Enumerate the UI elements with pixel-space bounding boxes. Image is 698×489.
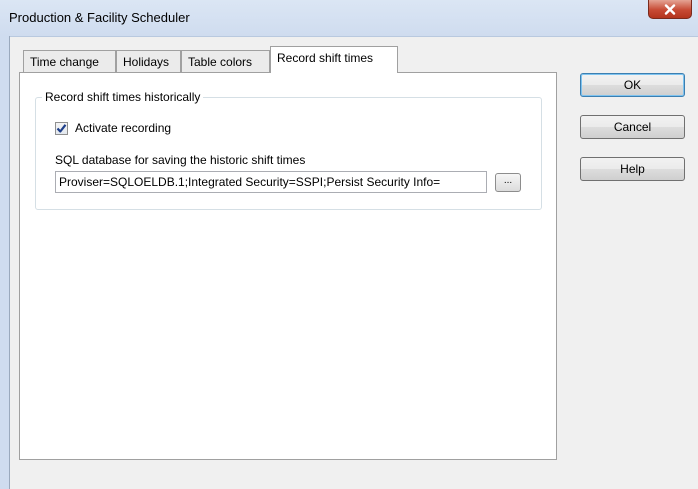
close-button[interactable]	[648, 0, 692, 19]
dialog-window: Production & Facility Scheduler Time cha…	[0, 0, 698, 489]
checkmark-icon	[56, 124, 67, 133]
tab-record-shift-times[interactable]: Record shift times	[270, 46, 398, 73]
close-icon	[664, 3, 676, 15]
ok-button[interactable]: OK	[580, 73, 685, 97]
tab-holidays[interactable]: Holidays	[116, 50, 181, 72]
activate-recording-checkbox[interactable]	[55, 122, 68, 135]
activate-recording-label[interactable]: Activate recording	[75, 121, 171, 135]
tab-table-colors[interactable]: Table colors	[181, 50, 270, 72]
sql-connection-string-field[interactable]: Proviser=SQLOELDB.1;Integrated Security=…	[55, 171, 487, 193]
tab-time-change[interactable]: Time change	[23, 50, 116, 72]
browse-button[interactable]: ...	[495, 173, 521, 192]
help-button[interactable]: Help	[580, 157, 685, 181]
tab-label: Table colors	[188, 55, 253, 69]
tab-panel-record-shift-times: Record shift times historically Activate…	[19, 72, 557, 460]
tab-label: Time change	[30, 55, 99, 69]
window-title: Production & Facility Scheduler	[9, 10, 190, 25]
window-left-frame	[0, 36, 10, 489]
sql-database-label: SQL database for saving the historic shi…	[55, 153, 306, 167]
tab-label: Record shift times	[277, 51, 374, 65]
cancel-button[interactable]: Cancel	[580, 115, 685, 139]
group-record-shift-times: Record shift times historically Activate…	[35, 90, 542, 210]
tab-label: Holidays	[123, 55, 170, 69]
group-title: Record shift times historically	[42, 90, 204, 104]
title-bar[interactable]: Production & Facility Scheduler	[0, 0, 698, 37]
